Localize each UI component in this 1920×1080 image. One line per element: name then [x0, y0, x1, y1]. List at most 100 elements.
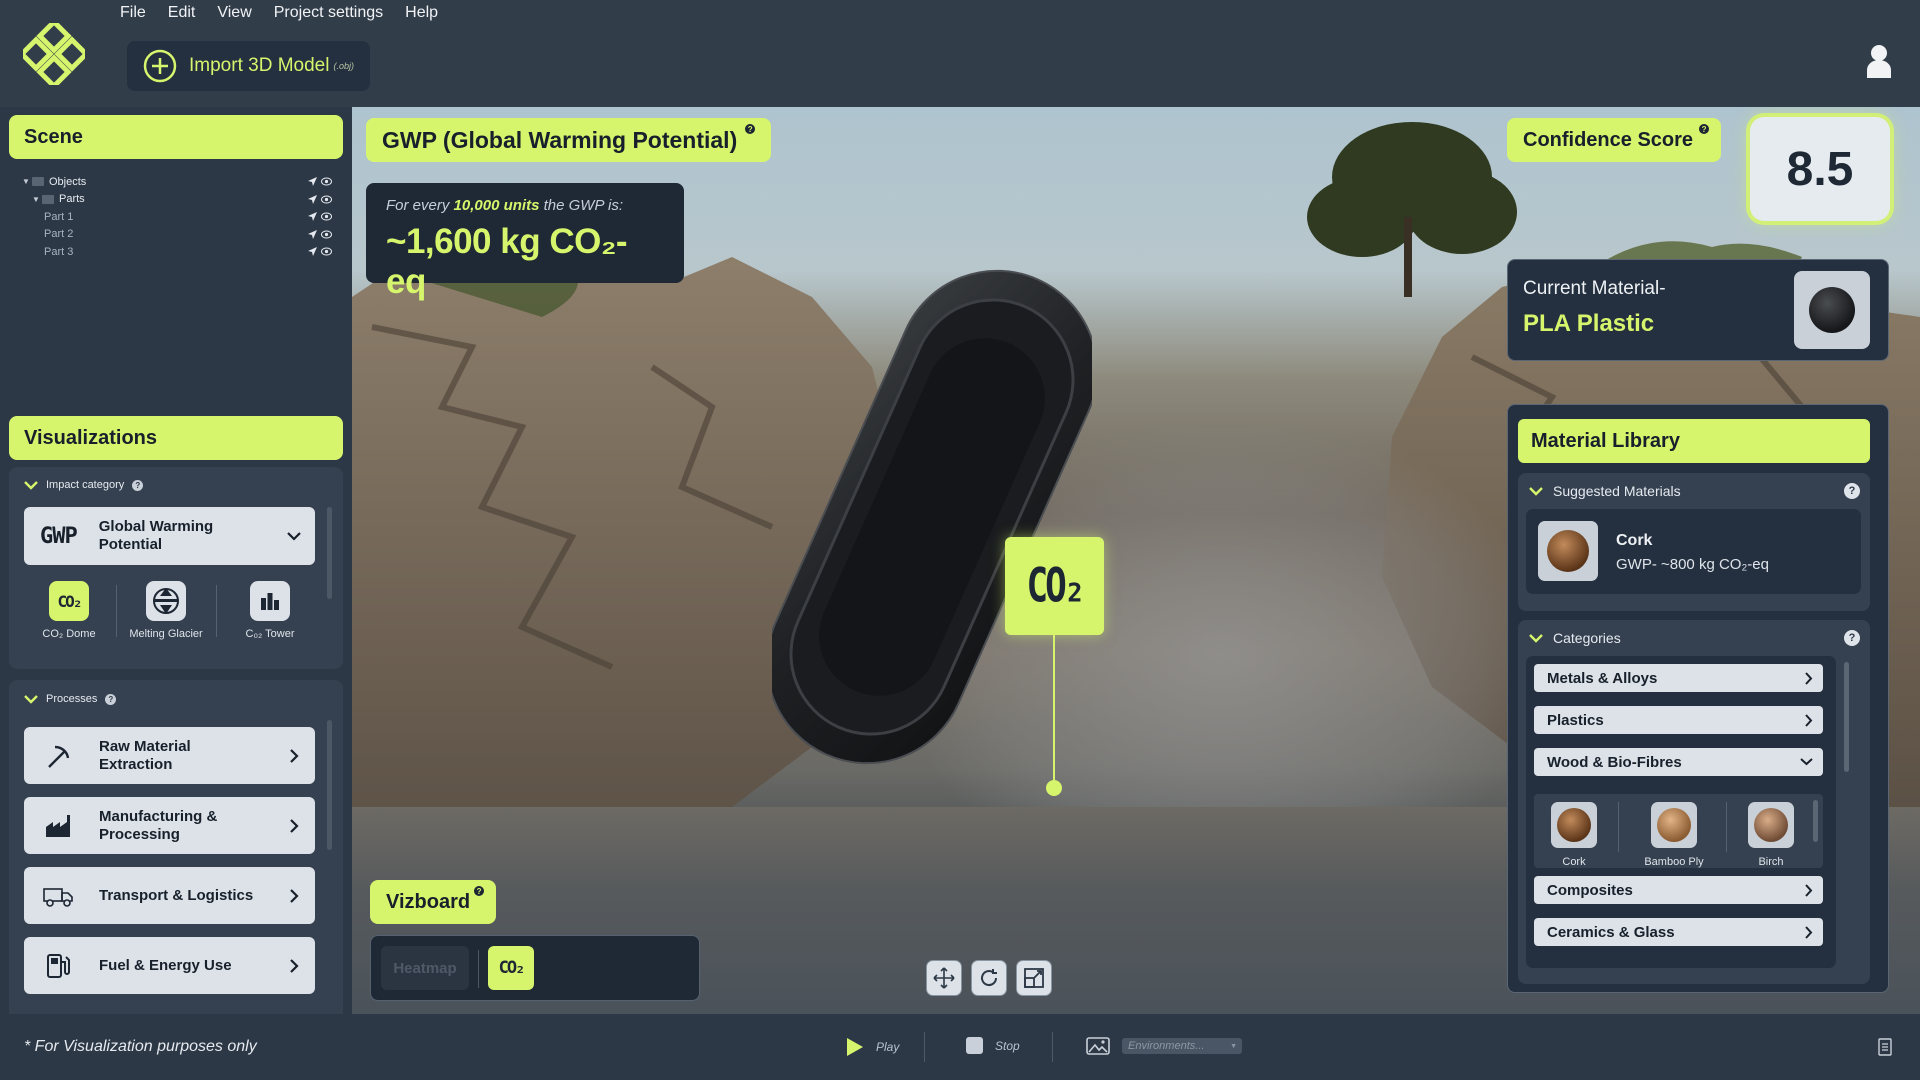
help-icon[interactable]: ?: [1699, 124, 1710, 134]
material-label: Bamboo Ply: [1644, 856, 1704, 868]
truck-icon: [40, 884, 76, 908]
user-avatar-icon[interactable]: [1866, 44, 1892, 83]
tree-item-parts[interactable]: ▼ Parts: [22, 191, 332, 209]
category-wood-bio-fibres[interactable]: Wood & Bio-Fibres: [1534, 748, 1823, 776]
locate-icon[interactable]: [308, 194, 317, 204]
scrollbar[interactable]: [1813, 800, 1818, 842]
tree-label: Objects: [49, 175, 87, 188]
suggested-materials-toggle[interactable]: Suggested Materials: [1529, 483, 1681, 499]
locate-icon[interactable]: [308, 212, 317, 221]
suggested-name: Cork: [1616, 532, 1653, 549]
process-transport-logistics[interactable]: Transport & Logistics: [24, 867, 315, 924]
category-metals-alloys[interactable]: Metals & Alloys: [1534, 664, 1823, 692]
menu-help[interactable]: Help: [405, 4, 438, 22]
material-option-bamboo-ply[interactable]: Bamboo Ply: [1634, 802, 1714, 868]
visualizations-header: Visualizations: [9, 416, 343, 460]
category-ceramics-glass[interactable]: Ceramics & Glass: [1534, 918, 1823, 946]
tree-item-part-1[interactable]: Part 1: [22, 208, 332, 226]
process-manufacturing-processing[interactable]: Manufacturing & Processing: [24, 797, 315, 854]
locate-icon[interactable]: [308, 177, 317, 186]
help-icon[interactable]: ?: [132, 479, 144, 491]
process-label: Manufacturing & Processing: [99, 807, 218, 843]
categories-label: Categories: [1553, 630, 1621, 646]
rotate-tool-button[interactable]: [971, 960, 1007, 996]
impact-category-dropdown[interactable]: GWP Global Warming Potential: [24, 507, 315, 565]
help-icon[interactable]: ?: [1844, 630, 1860, 646]
play-button[interactable]: Play: [846, 1037, 899, 1057]
landscape-image-icon[interactable]: [1086, 1037, 1110, 1055]
menu-edit[interactable]: Edit: [168, 4, 196, 22]
process-raw-material-extraction[interactable]: Raw Material Extraction: [24, 727, 315, 784]
scale-tool-button[interactable]: [1016, 960, 1052, 996]
suggested-label: Suggested Materials: [1553, 483, 1681, 499]
process-fuel-energy-use[interactable]: Fuel & Energy Use: [24, 937, 315, 994]
eye-icon[interactable]: [321, 195, 332, 204]
left-panel: Scene ▼ Objects ▼ Parts Part 1 Part 2 Pa…: [0, 107, 352, 1080]
scrollbar[interactable]: [1844, 662, 1849, 772]
import-ext: (.obj): [333, 61, 354, 71]
tree-item-part-3[interactable]: Part 3: [22, 243, 332, 261]
chevron-down-icon: [24, 480, 38, 490]
vizboard-title: Vizboard ?: [370, 880, 497, 924]
help-icon[interactable]: ?: [1844, 483, 1860, 499]
tree-item-part-2[interactable]: Part 2: [22, 226, 332, 244]
heatmap-button[interactable]: Heatmap: [381, 946, 469, 990]
processes-toggle[interactable]: Processes ?: [24, 693, 117, 705]
scrollbar[interactable]: [327, 507, 332, 599]
viz-option-melting-glacier[interactable]: Melting Glacier: [121, 581, 211, 640]
co2-marker-text: CO₂: [1026, 559, 1085, 613]
help-icon[interactable]: ?: [474, 886, 485, 896]
scrollbar[interactable]: [327, 720, 332, 850]
menu-bar: File Edit View Project settings Help: [120, 0, 438, 26]
material-swatch-pla[interactable]: [1794, 271, 1870, 349]
environments-control: Environments... ▼: [1086, 1037, 1242, 1055]
gwp-abbr: GWP: [40, 523, 78, 549]
eye-icon[interactable]: [321, 212, 332, 221]
categories-toggle[interactable]: Categories: [1529, 630, 1621, 646]
divider: [216, 585, 217, 637]
co2-marker-anchor[interactable]: [1046, 780, 1062, 796]
menu-view[interactable]: View: [217, 4, 251, 22]
help-icon[interactable]: ?: [105, 693, 117, 705]
category-label: Ceramics & Glass: [1547, 923, 1675, 941]
chevron-right-icon: [290, 958, 299, 973]
chevron-down-icon[interactable]: ▼: [22, 177, 32, 186]
locate-icon[interactable]: [308, 229, 317, 239]
category-composites[interactable]: Composites: [1534, 876, 1823, 904]
divider: [478, 950, 479, 988]
material-label: Birch: [1758, 856, 1784, 868]
stop-button[interactable]: Stop: [966, 1037, 1020, 1054]
factory-icon: [40, 813, 76, 839]
rotate-icon: [981, 969, 998, 987]
co2-marker[interactable]: CO₂: [1005, 537, 1104, 635]
co2-button[interactable]: CO₂: [488, 946, 534, 990]
environments-dropdown[interactable]: Environments... ▼: [1122, 1038, 1242, 1054]
chevron-down-icon[interactable]: ▼: [32, 195, 42, 204]
eye-icon[interactable]: [321, 177, 332, 186]
viz-option-co2-dome[interactable]: CO₂ CO₂ Dome: [24, 581, 114, 640]
help-icon[interactable]: ?: [745, 124, 756, 134]
category-plastics[interactable]: Plastics: [1534, 706, 1823, 734]
eye-icon[interactable]: [321, 247, 332, 256]
impact-category-toggle[interactable]: Impact category ?: [24, 479, 144, 491]
current-material-card: Current Material- PLA Plastic: [1507, 259, 1889, 361]
document-icon[interactable]: [1878, 1038, 1892, 1061]
chevron-right-icon: [290, 818, 299, 833]
viz-option-label: CO₂ Dome: [42, 628, 96, 640]
menu-project-settings[interactable]: Project settings: [274, 4, 383, 22]
material-option-cork[interactable]: Cork: [1534, 802, 1614, 868]
scene-header: Scene: [9, 115, 343, 159]
import-3d-model-button[interactable]: Import 3D Model (.obj): [127, 41, 370, 91]
tree-item-objects[interactable]: ▼ Objects: [22, 173, 332, 191]
menu-file[interactable]: File: [120, 4, 146, 22]
material-option-birch[interactable]: Birch: [1731, 802, 1811, 868]
divider: [1726, 802, 1727, 852]
locate-icon[interactable]: [308, 247, 317, 256]
suggested-material-cork[interactable]: Cork GWP- ~800 kg CO₂-eq: [1526, 509, 1861, 594]
eye-icon[interactable]: [321, 230, 332, 239]
move-tool-button[interactable]: [926, 960, 962, 996]
3d-model-object[interactable]: [772, 247, 1092, 787]
process-label: Raw Material Extraction: [99, 737, 191, 773]
viz-option-co2-tower[interactable]: C₀₂ Tower: [225, 581, 315, 640]
3d-viewport[interactable]: CO₂ GWP (Global Warming Potential) ? For…: [352, 107, 1920, 1014]
